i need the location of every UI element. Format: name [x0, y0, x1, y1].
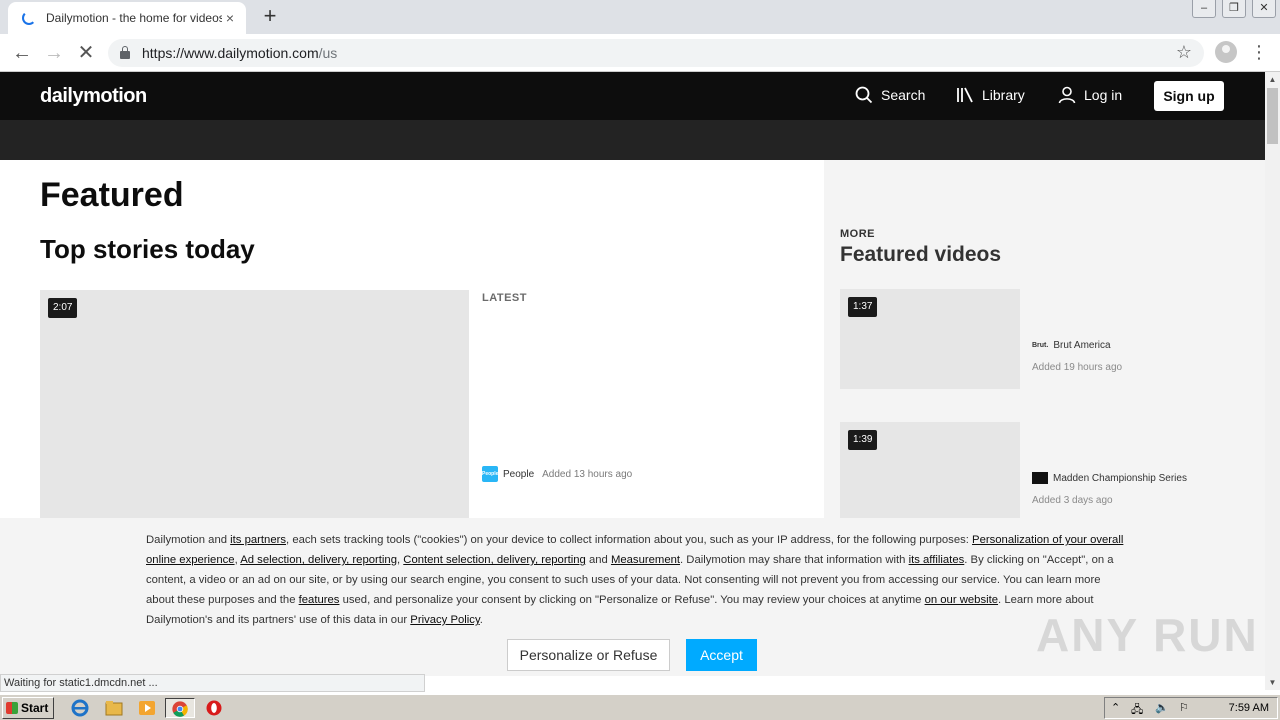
minimize-button[interactable]: – [1192, 0, 1216, 18]
address-bar[interactable]: https://www.dailymotion.com/us ☆ [108, 39, 1204, 67]
file-explorer-icon[interactable] [104, 698, 124, 718]
user-icon [1058, 86, 1076, 104]
chrome-taskbar-button[interactable] [165, 698, 195, 718]
browser-tab[interactable]: Dailymotion - the home for videos th × [8, 2, 246, 34]
website-link[interactable]: on our website [925, 594, 998, 606]
bookmark-star-icon[interactable]: ☆ [1176, 42, 1192, 63]
channel-name[interactable]: Brut America [1053, 340, 1110, 351]
features-link[interactable]: features [299, 594, 340, 606]
loading-spinner-icon [22, 11, 36, 25]
library-nav-button[interactable]: Library [956, 86, 1025, 104]
consent-text-part: and [585, 554, 611, 566]
media-player-icon[interactable] [137, 698, 157, 718]
network-icon[interactable]: 🖧 [1131, 701, 1143, 720]
channel-name[interactable]: Madden Championship Series [1053, 473, 1187, 484]
consent-text-part: used, and personalize your consent by cl… [339, 594, 925, 606]
login-label: Log in [1084, 87, 1123, 103]
added-time: Added 13 hours ago [542, 468, 633, 480]
video-thumbnail[interactable]: 1:37 [840, 289, 1020, 389]
close-window-button[interactable]: ✕ [1252, 0, 1276, 18]
browser-toolbar: ← → ✕ https://www.dailymotion.com/us ☆ [0, 34, 1280, 72]
browser-menu-icon[interactable]: ⋮ [1250, 40, 1268, 64]
personalize-or-refuse-button[interactable]: Personalize or Refuse [507, 639, 670, 671]
scrollbar-thumb[interactable] [1267, 88, 1278, 144]
login-nav-button[interactable]: Log in [1058, 86, 1122, 104]
lock-icon [120, 46, 130, 59]
windows-taskbar: Start ⌃ 🖧 � [0, 694, 1280, 720]
tab-title: Dailymotion - the home for videos th [46, 11, 222, 25]
duration-badge: 1:37 [848, 297, 878, 317]
browser-status-bar: Waiting for static1.dmcdn.net ... [0, 674, 425, 692]
page-title: Featured [40, 176, 184, 214]
consent-text-part: Dailymotion and [146, 534, 231, 546]
channel-name[interactable]: People [503, 469, 534, 480]
consent-text-part: . Dailymotion may share that information… [680, 554, 909, 566]
taskbar-clock[interactable]: 7:59 AM [1229, 702, 1269, 714]
stop-loading-icon[interactable]: ✕ [74, 41, 98, 65]
more-label: MORE [840, 228, 875, 240]
forward-arrow-icon[interactable]: → [42, 41, 66, 65]
url-path: /us [318, 45, 338, 61]
consent-text-part: , each sets tracking tools ("cookies") o… [286, 534, 973, 546]
measurement-link[interactable]: Measurement [611, 554, 680, 566]
partners-link[interactable]: its partners [230, 534, 286, 546]
chrome-icon [172, 701, 188, 717]
tray-expand-icon[interactable]: ⌃ [1111, 701, 1120, 714]
affiliates-link[interactable]: its affiliates [909, 554, 965, 566]
library-label: Library [982, 87, 1025, 103]
search-icon [855, 86, 873, 104]
search-label: Search [881, 87, 926, 103]
system-tray: ⌃ 🖧 🔈 ⚐ 7:59 AM [1104, 697, 1278, 719]
brut-channel-logo[interactable]: Brut. [1032, 342, 1048, 349]
back-arrow-icon[interactable]: ← [10, 41, 34, 65]
library-icon [957, 87, 973, 103]
ad-selection-link[interactable]: Ad selection, delivery, reporting [240, 554, 397, 566]
page-viewport: dailymotion Search Library Log in Sign u… [0, 72, 1265, 676]
video-channel: Madden Championship Series [1032, 472, 1187, 484]
volume-icon[interactable]: 🔈 [1155, 701, 1169, 714]
people-channel-logo[interactable]: People [482, 466, 498, 482]
search-nav-button[interactable]: Search [855, 86, 925, 104]
restore-button[interactable]: ❐ [1222, 0, 1246, 18]
site-header: dailymotion Search Library Log in Sign u… [0, 72, 1265, 120]
latest-label: LATEST [482, 292, 527, 304]
scroll-up-icon[interactable]: ▲ [1265, 72, 1280, 87]
opera-icon[interactable] [204, 698, 224, 718]
sub-navigation-bar [0, 120, 1265, 160]
content-selection-link[interactable]: Content selection, delivery, reporting [403, 554, 586, 566]
madden-channel-logo[interactable] [1032, 472, 1048, 484]
window-controls: – ❐ ✕ [1186, 0, 1276, 18]
added-time: Added 3 days ago [1032, 495, 1113, 506]
video-channel: Brut. Brut America [1032, 340, 1111, 351]
anyrun-watermark: ANY RUN [1036, 609, 1259, 661]
url-host: https://www.dailymotion.com [142, 45, 319, 61]
privacy-policy-link[interactable]: Privacy Policy [410, 614, 479, 626]
accept-button[interactable]: Accept [686, 639, 757, 671]
added-time: Added 19 hours ago [1032, 362, 1123, 373]
consent-text-part: . [479, 614, 483, 626]
featured-videos-title: Featured videos [840, 243, 1002, 266]
internet-explorer-icon[interactable] [70, 698, 90, 718]
duration-badge: 2:07 [48, 298, 78, 318]
browser-tab-strip: Dailymotion - the home for videos th × +… [0, 0, 1280, 34]
top-story-thumbnail[interactable]: 2:07 [40, 290, 469, 530]
signup-button[interactable]: Sign up [1154, 81, 1224, 111]
dailymotion-logo[interactable]: dailymotion [40, 85, 147, 108]
latest-item-meta: People People Added 13 hours ago [482, 466, 632, 482]
start-button[interactable]: Start [2, 697, 54, 719]
url-text: https://www.dailymotion.com/us [142, 45, 337, 61]
action-center-flag-icon[interactable]: ⚐ [1179, 701, 1189, 714]
consent-text: Dailymotion and its partners, each sets … [146, 530, 1126, 630]
section-title: Top stories today [40, 234, 255, 264]
video-thumbnail[interactable]: 1:39 [840, 422, 1020, 522]
duration-badge: 1:39 [848, 430, 878, 450]
tab-close-icon[interactable]: × [222, 10, 238, 26]
profile-avatar-icon[interactable] [1215, 41, 1237, 63]
new-tab-button[interactable]: + [258, 5, 282, 29]
scroll-down-icon[interactable]: ▼ [1265, 675, 1280, 690]
page-scrollbar[interactable]: ▲ ▼ [1265, 72, 1280, 690]
